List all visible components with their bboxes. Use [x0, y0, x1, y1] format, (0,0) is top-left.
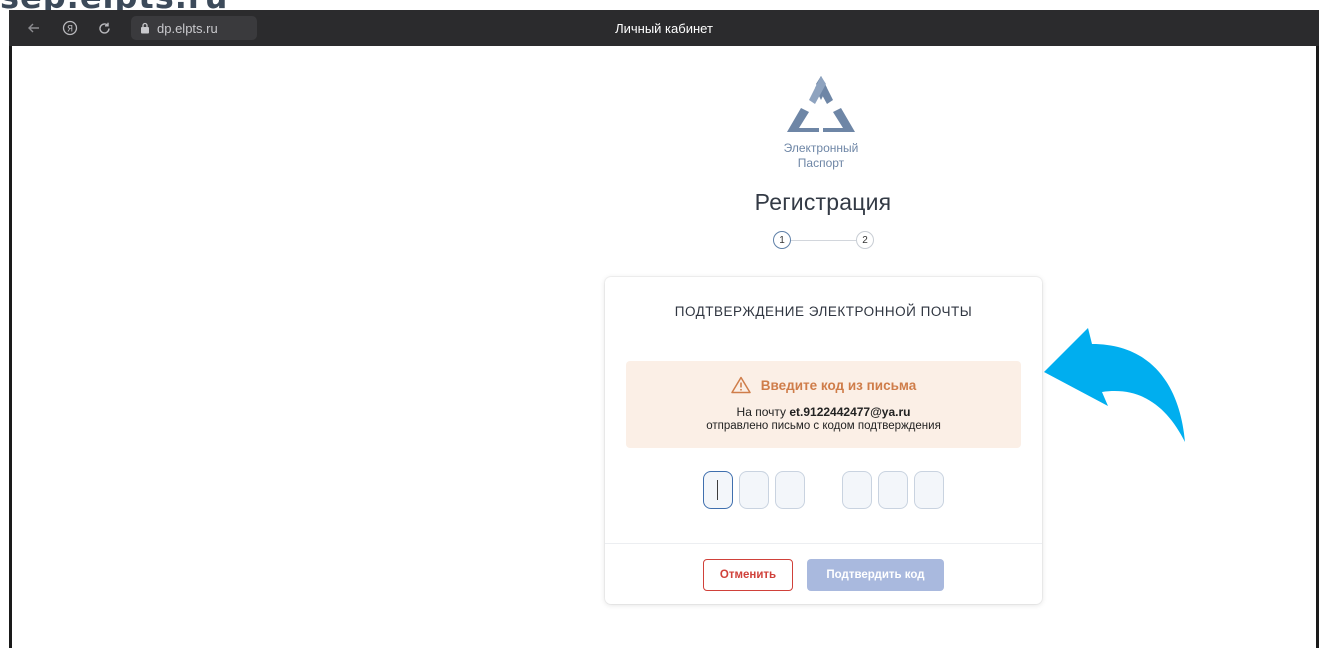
reload-icon[interactable] — [95, 19, 113, 37]
code-group-1 — [703, 471, 805, 509]
input-caret — [717, 480, 718, 500]
email-confirmation-card: ПОДТВЕРЖДЕНИЕ ЭЛЕКТРОННОЙ ПОЧТЫ Введите … — [605, 277, 1042, 604]
alert-line-prefix: На почту — [736, 405, 790, 419]
code-alert: Введите код из письма На почту et.912244… — [626, 361, 1021, 448]
svg-text:Я: Я — [67, 25, 73, 35]
logo-line-1: Электронный — [783, 141, 859, 155]
code-digit-2[interactable] — [739, 471, 769, 509]
step-2: 2 — [856, 231, 874, 249]
yandex-icon[interactable]: Я — [61, 19, 79, 37]
code-digit-5[interactable] — [878, 471, 908, 509]
cancel-button[interactable]: Отменить — [703, 559, 793, 591]
logo-text: Электронный Паспорт — [760, 141, 882, 171]
confirm-code-button[interactable]: Подтвердить код — [807, 559, 944, 591]
card-divider — [605, 543, 1042, 544]
alert-line-2: отправлено письмо с кодом подтверждения — [706, 420, 941, 432]
left-margin — [0, 10, 9, 648]
alert-email-line: На почту et.9122442477@ya.ru — [626, 405, 1021, 419]
browser-toolbar: Личный кабинет Я dp.elpts.ru — [9, 10, 1319, 46]
url-text: dp.elpts.ru — [157, 20, 218, 36]
electronic-passport-logo-icon — [787, 76, 855, 132]
page-title: Регистрация — [754, 189, 892, 215]
back-arrow-icon[interactable] — [25, 19, 43, 37]
address-bar[interactable]: dp.elpts.ru — [131, 16, 257, 40]
lock-icon — [137, 22, 153, 34]
window-left-border — [9, 10, 12, 648]
alert-title: Введите код из письма — [760, 377, 917, 393]
code-digit-6[interactable] — [914, 471, 944, 509]
code-digit-3[interactable] — [775, 471, 805, 509]
card-title: ПОДТВЕРЖДЕНИЕ ЭЛЕКТРОННОЙ ПОЧТЫ — [674, 304, 973, 319]
warning-icon — [731, 376, 751, 394]
alert-header: Введите код из письма — [626, 376, 1021, 394]
step-connector — [791, 240, 857, 241]
step-1: 1 — [773, 231, 791, 249]
code-group-2 — [842, 471, 944, 509]
alert-email: et.9122442477@ya.ru — [789, 405, 911, 419]
logo-line-2: Паспорт — [797, 156, 845, 170]
page-heading-crop: sep.elpts.ru — [0, 0, 228, 16]
code-digit-1[interactable] — [703, 471, 733, 509]
annotation-arrow-icon — [1044, 328, 1185, 442]
step-indicator: 1 2 — [773, 231, 875, 249]
code-digit-4[interactable] — [842, 471, 872, 509]
